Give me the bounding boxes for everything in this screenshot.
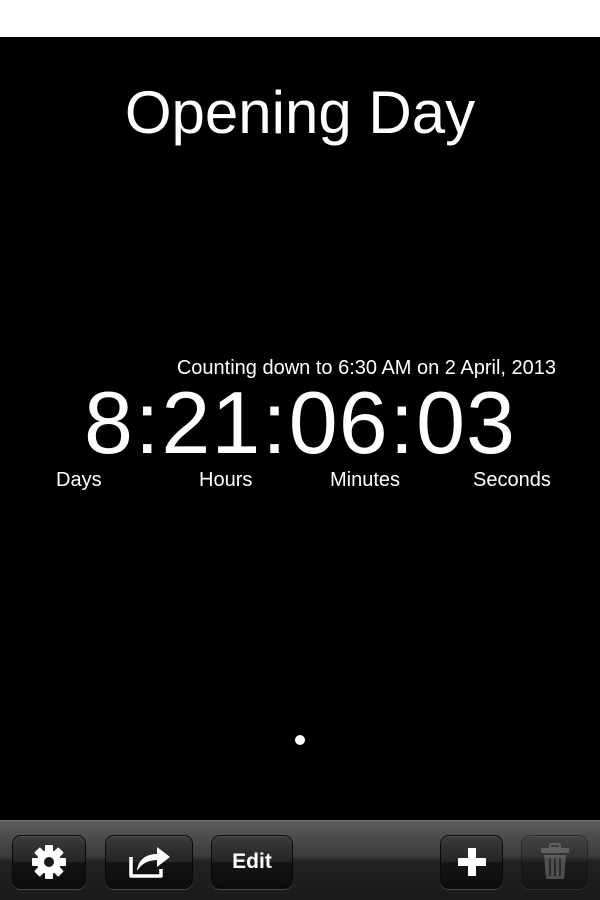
unit-label-hours: Hours [199,469,253,491]
unit-label-seconds: Seconds [473,469,551,491]
countdown-days: 8 [84,373,134,472]
page-indicator-dot[interactable] [295,735,305,745]
share-button[interactable] [105,835,193,889]
unit-label-minutes: Minutes [330,469,401,491]
plus-icon [457,847,487,877]
bottom-toolbar: Edit [0,820,600,900]
countdown-unit-labels: Days Hours Minutes Seconds [0,468,600,494]
delete-button[interactable] [521,835,588,889]
gear-icon [29,842,69,882]
trash-icon [539,843,571,881]
countdown-minutes: 06 [288,373,389,472]
add-countdown-button[interactable] [440,835,503,889]
settings-button[interactable] [12,835,86,889]
countdown-separator: : [134,373,161,472]
countdown-display: 8:21:06:03 [0,373,600,473]
event-title: Opening Day [124,79,476,146]
status-bar-area [0,0,600,37]
countdown-separator: : [262,373,288,472]
share-arrow-icon [125,843,173,881]
countdown-hours: 21 [161,373,262,472]
countdown-seconds: 03 [416,373,516,472]
unit-label-days: Days [56,469,102,491]
countdown-separator: : [389,373,416,472]
edit-button[interactable]: Edit [211,835,293,889]
